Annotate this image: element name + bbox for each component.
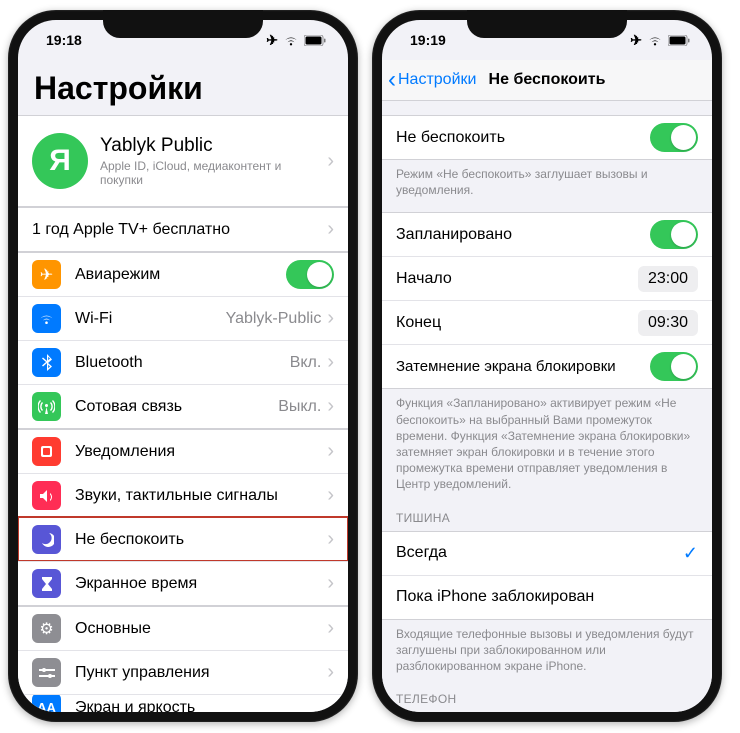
statusbar-icons: ✈︎ [630,32,690,49]
chevron-right-icon: › [327,440,334,463]
chevron-right-icon: › [327,617,334,640]
settings-content[interactable]: Настройки Я Yablyk Public Apple ID, iClo… [18,60,348,712]
dnd-content[interactable]: ‹ Настройки Не беспокоить Не беспокоить … [382,60,712,712]
moon-icon [32,525,61,554]
airplane-icon: ✈︎ [630,32,642,49]
statusbar-icons: ✈︎ [266,32,326,49]
scheduled-row[interactable]: Запланировано [382,213,712,256]
silence-always-row[interactable]: Всегда ✓ [382,532,712,575]
screen-right: 19:19 ✈︎ ‹ Настройки Не беспокоить Не бе… [382,20,712,712]
back-button[interactable]: ‹ Настройки [388,68,476,92]
display-row[interactable]: AA Экран и яркость [18,694,348,712]
bell-icon [32,437,61,466]
phone-frame-right: 19:19 ✈︎ ‹ Настройки Не беспокоить Не бе… [372,10,722,722]
chevron-right-icon: › [327,484,334,507]
gear-icon: ⚙︎ [32,614,61,643]
chevron-right-icon: › [327,218,334,241]
appletv-group: 1 год Apple TV+ бесплатно › [18,207,348,252]
chevron-left-icon: ‹ [388,68,396,92]
airplane-icon: ✈︎ [32,260,61,289]
dim-lock-row[interactable]: Затемнение экрана блокировки [382,344,712,388]
appletv-row[interactable]: 1 год Apple TV+ бесплатно › [18,208,348,251]
chevron-right-icon: › [327,572,334,595]
connectivity-group: ✈︎ Авиарежим Wi-Fi Yablyk-Public › [18,252,348,429]
dnd-toggle-row[interactable]: Не беспокоить [382,116,712,159]
speaker-icon [32,481,61,510]
screen-time-row[interactable]: Экранное время › [18,561,348,605]
chevron-right-icon: › [327,661,334,684]
battery-icon [304,35,326,46]
chevron-right-icon: › [327,307,334,330]
avatar: Я [32,133,88,189]
do-not-disturb-row[interactable]: Не беспокоить › [18,517,348,561]
general-group: ⚙︎ Основные › Пункт управления › AA Экра… [18,606,348,712]
sliders-icon [32,658,61,687]
appletv-label: 1 год Apple TV+ бесплатно [32,221,327,239]
dnd-toggle[interactable] [650,123,698,152]
chevron-right-icon: › [327,395,334,418]
wifi-row[interactable]: Wi-Fi Yablyk-Public › [18,296,348,340]
profile-name: Yablyk Public [100,135,327,157]
dnd-footer: Режим «Не беспокоить» заглушает вызовы и… [382,160,712,202]
airplane-toggle[interactable] [286,260,334,289]
notifications-row[interactable]: Уведомления › [18,430,348,473]
notch [103,10,263,38]
general-row[interactable]: ⚙︎ Основные › [18,607,348,650]
notch [467,10,627,38]
nav-title: Не беспокоить [489,71,606,89]
checkmark-icon: ✓ [683,543,698,564]
navbar: ‹ Настройки Не беспокоить [382,60,712,101]
airplane-mode-row[interactable]: ✈︎ Авиарежим [18,253,348,296]
end-time-row[interactable]: Конец 09:30 [382,300,712,344]
dim-lock-toggle[interactable] [650,352,698,381]
end-time-value[interactable]: 09:30 [638,310,698,336]
wifi-icon [283,35,299,46]
profile-group: Я Yablyk Public Apple ID, iCloud, медиак… [18,115,348,207]
control-center-row[interactable]: Пункт управления › [18,650,348,694]
phone-header: ТЕЛЕФОН [382,678,712,712]
statusbar-time: 19:18 [46,32,101,48]
profile-subtitle: Apple ID, iCloud, медиаконтент и покупки [100,159,327,187]
cellular-row[interactable]: Сотовая связь Выкл. › [18,384,348,428]
chevron-right-icon: › [327,528,334,551]
start-time-row[interactable]: Начало 23:00 [382,256,712,300]
airplane-icon: ✈︎ [266,32,278,49]
scheduled-toggle[interactable] [650,220,698,249]
battery-icon [668,35,690,46]
aa-icon: AA [32,694,61,712]
wifi-icon [32,304,61,333]
sounds-row[interactable]: Звуки, тактильные сигналы › [18,473,348,517]
chevron-right-icon: › [327,150,334,173]
notifications-group: Уведомления › Звуки, тактильные сигналы … [18,429,348,606]
schedule-footer: Функция «Запланировано» активирует режим… [382,389,712,496]
page-title: Настройки [18,60,348,115]
silence-footer: Входящие телефонные вызовы и уведомления… [382,620,712,679]
start-time-value[interactable]: 23:00 [638,266,698,292]
apple-id-row[interactable]: Я Yablyk Public Apple ID, iCloud, медиак… [18,116,348,206]
bluetooth-icon [32,348,61,377]
wifi-icon [647,35,663,46]
chevron-right-icon: › [327,351,334,374]
silence-header: ТИШИНА [382,497,712,531]
hourglass-icon [32,569,61,598]
bluetooth-row[interactable]: Bluetooth Вкл. › [18,340,348,384]
silence-locked-row[interactable]: Пока iPhone заблокирован [382,575,712,619]
screen-left: 19:18 ✈︎ Настройки Я Yablyk Public Apple… [18,20,348,712]
statusbar-time: 19:19 [410,32,465,48]
phone-frame-left: 19:18 ✈︎ Настройки Я Yablyk Public Apple… [8,10,358,722]
antenna-icon [32,392,61,421]
